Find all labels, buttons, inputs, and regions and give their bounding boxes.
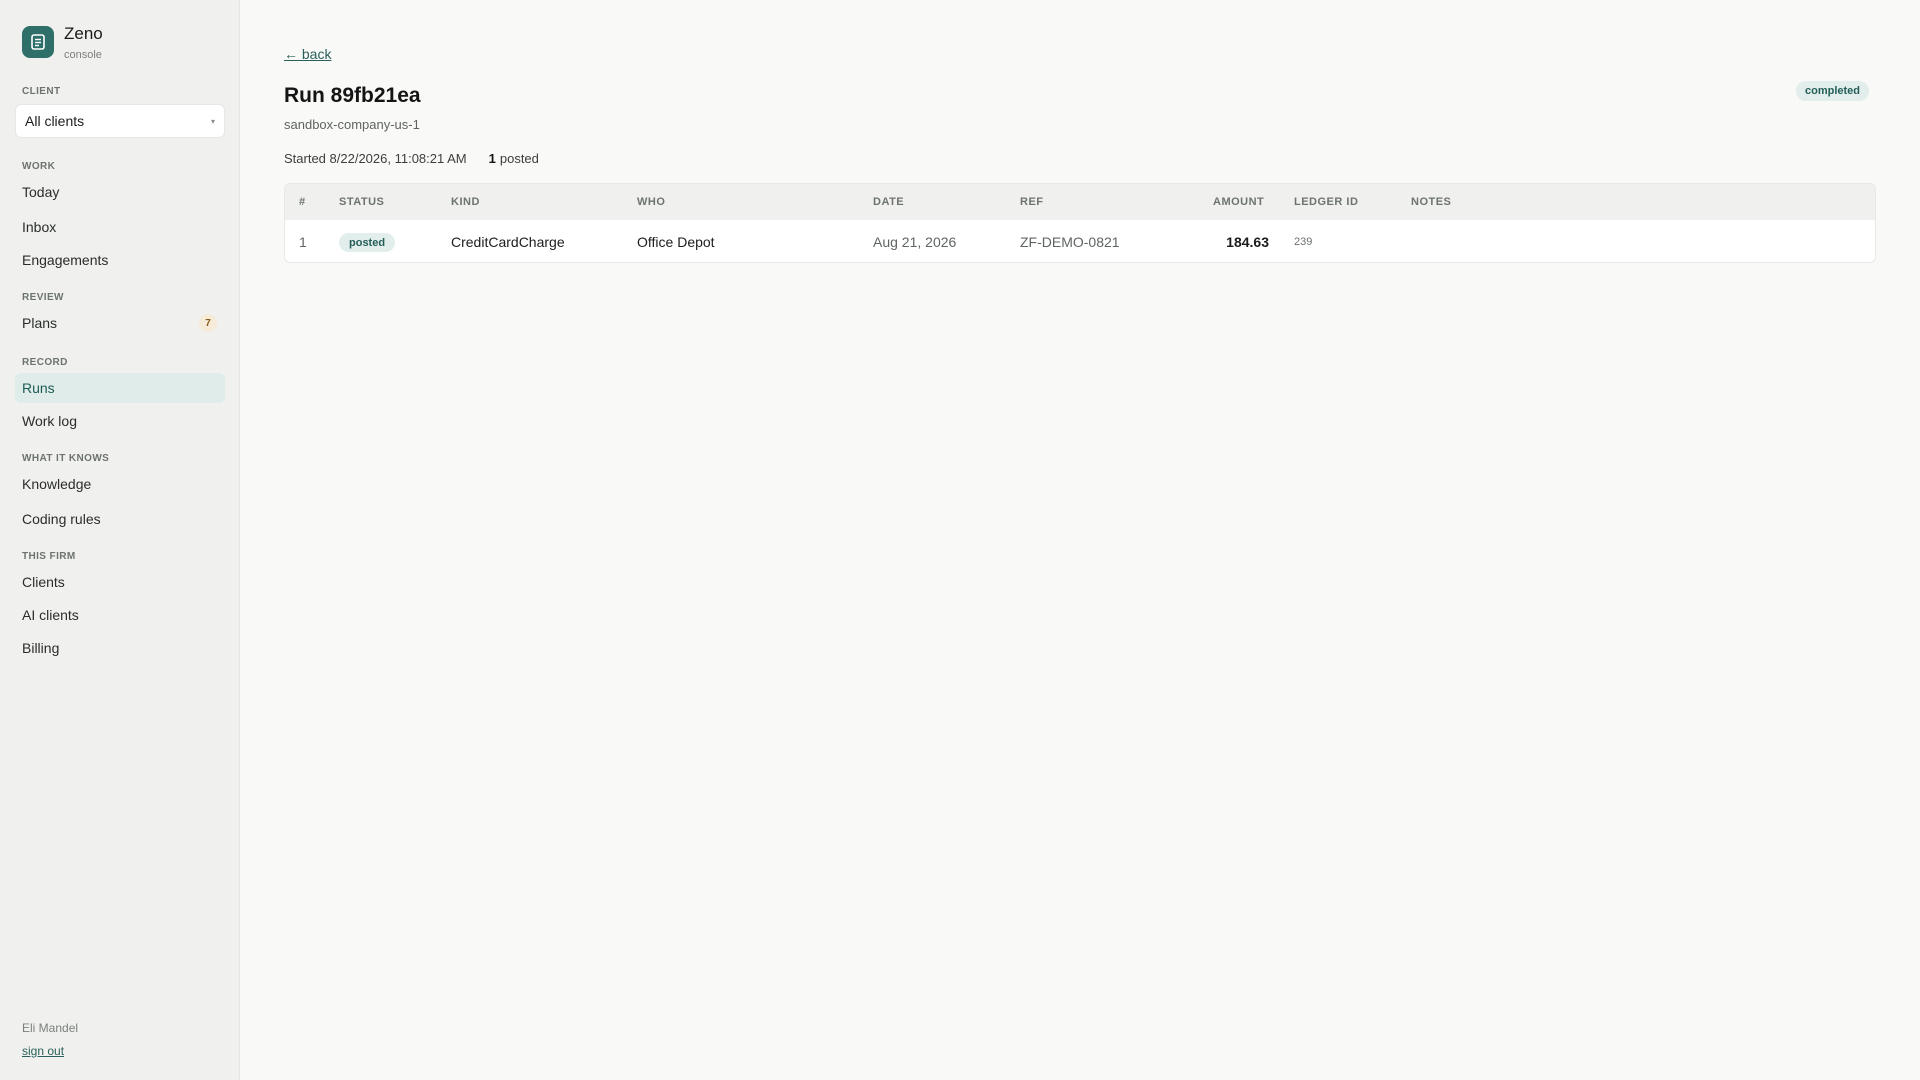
row-amount: 184.63 [1226, 234, 1269, 250]
back-link[interactable]: ← back [284, 46, 331, 62]
column-header-amount: AMOUNT [1213, 196, 1265, 208]
sidebar-item-coding-rules[interactable]: Coding rules [15, 504, 225, 534]
row-ref: ZF-DEMO-0821 [1020, 234, 1120, 250]
user-name: Eli Mandel [22, 1021, 79, 1035]
section-label-what-it-knows: WHAT IT KNOWS [22, 453, 110, 464]
sidebar-item-label: AI clients [22, 607, 79, 623]
sidebar-item-clients[interactable]: Clients [15, 567, 225, 597]
column-header-ref: REF [1020, 196, 1044, 208]
sidebar-item-plans[interactable]: Plans 7 [15, 308, 225, 338]
sidebar-item-label: Runs [22, 380, 55, 396]
caret-down-icon: ▾ [210, 116, 215, 126]
column-header-who: WHO [637, 196, 666, 208]
page-title: Run 89fb21ea [284, 84, 421, 107]
sidebar-item-label: Knowledge [22, 476, 92, 492]
column-header-date: DATE [873, 196, 905, 208]
table-row[interactable]: 1 posted CreditCardCharge Office Depot A… [285, 220, 1875, 262]
company-name: sandbox-company-us-1 [284, 117, 420, 132]
section-label-review: REVIEW [22, 292, 64, 303]
sidebar-item-billing[interactable]: Billing [15, 633, 225, 663]
sidebar-item-runs[interactable]: Runs [15, 373, 225, 403]
row-status-badge: posted [339, 233, 396, 252]
run-meta: Started 8/22/2026, 11:08:21 AM 1 posted [284, 151, 539, 166]
client-select-value: All clients [25, 113, 85, 129]
sidebar-item-label: Clients [22, 574, 65, 590]
row-ledger-id: 239 [1294, 236, 1313, 248]
posted-count: 1 [488, 151, 496, 166]
document-icon [22, 26, 54, 58]
sidebar-item-label: Plans [22, 315, 58, 331]
sidebar-item-today[interactable]: Today [15, 177, 225, 207]
row-kind: CreditCardCharge [451, 234, 565, 250]
sidebar-item-label: Engagements [22, 252, 109, 268]
column-header-kind: KIND [451, 196, 480, 208]
app-subtitle: console [64, 49, 102, 61]
started-time: Started 8/22/2026, 11:08:21 AM [284, 151, 467, 166]
section-label-record: RECORD [22, 357, 68, 368]
status-badge: completed [1796, 81, 1870, 101]
sidebar-item-label: Today [22, 184, 60, 200]
plans-count-badge: 7 [199, 314, 217, 332]
sidebar-item-label: Inbox [22, 219, 57, 235]
sidebar-item-engagements[interactable]: Engagements [15, 245, 225, 275]
section-label-this-firm: THIS FIRM [22, 551, 76, 562]
sidebar-item-label: Coding rules [22, 511, 101, 527]
posted-label: posted [499, 151, 539, 166]
sidebar-item-inbox[interactable]: Inbox [15, 212, 225, 242]
sign-out-link[interactable]: sign out [22, 1044, 64, 1058]
column-header-notes: NOTES [1411, 196, 1452, 208]
row-who: Office Depot [637, 234, 715, 250]
sidebar-item-ai-clients[interactable]: AI clients [15, 600, 225, 630]
sidebar-item-label: Billing [22, 640, 60, 656]
sidebar-item-knowledge[interactable]: Knowledge [15, 469, 225, 499]
row-number: 1 [299, 234, 307, 250]
run-entries-table: # STATUS KIND WHO DATE REF AMOUNT LEDGER… [284, 183, 1876, 263]
section-label-work: WORK [22, 161, 56, 172]
column-header-ledger-id: LEDGER ID [1294, 196, 1359, 208]
row-date: Aug 21, 2026 [873, 234, 957, 250]
client-section-label: CLIENT [22, 86, 61, 97]
column-header-status: STATUS [339, 196, 385, 208]
column-header-number: # [299, 196, 306, 208]
client-select[interactable]: All clients ▾ [15, 104, 225, 138]
table-header: # STATUS KIND WHO DATE REF AMOUNT LEDGER… [285, 184, 1875, 220]
sidebar-item-work-log[interactable]: Work log [15, 406, 225, 436]
sidebar: Zeno console CLIENT All clients ▾ WORK T… [0, 0, 240, 1080]
brand[interactable]: Zeno console [22, 24, 103, 62]
sidebar-item-label: Work log [22, 413, 77, 429]
app-name: Zeno [64, 24, 103, 43]
